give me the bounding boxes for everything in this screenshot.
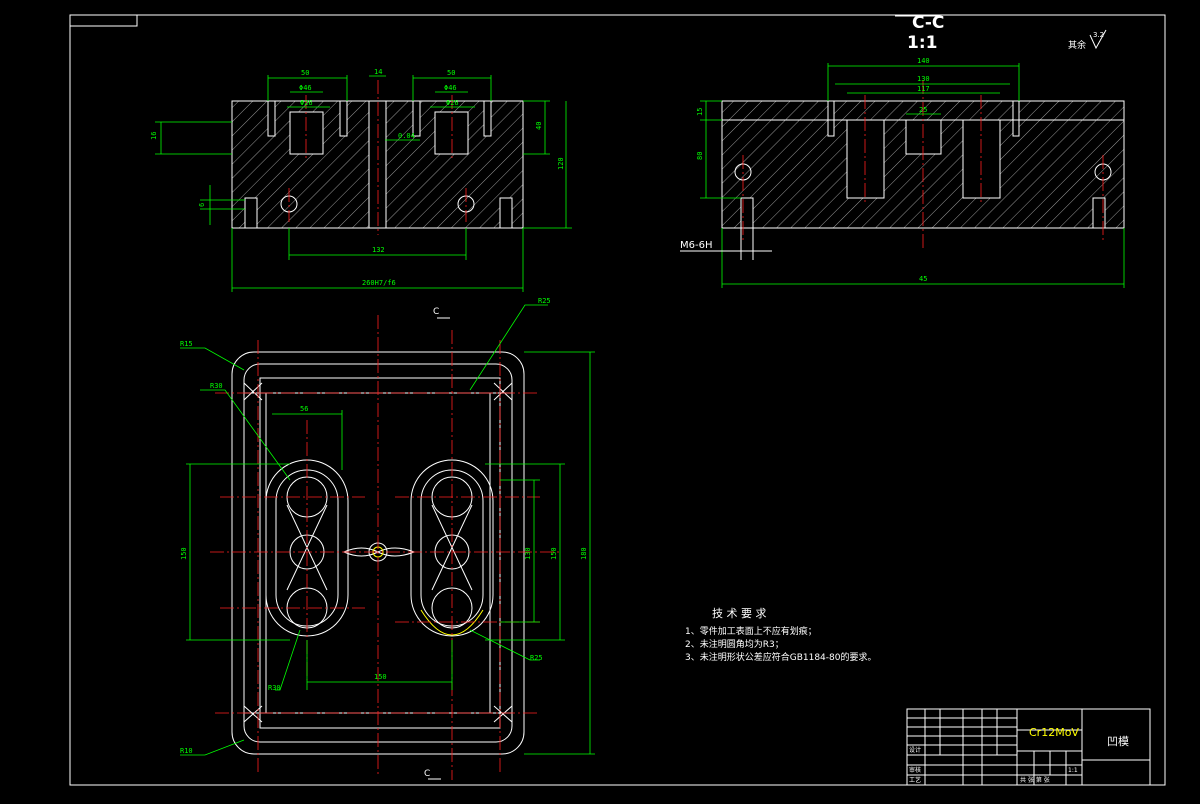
front-dim-9: 40 [535,122,543,130]
plan-r-bl: R10 [180,747,193,755]
cc-dim-5: 15 [696,108,704,116]
tech-item-3: 3、未注明形状公差应符合GB1184-80的要求。 [685,651,876,663]
row-review: 审核 [909,766,921,774]
plan-h3: 130 [524,547,532,560]
plan-r-in-lb: R30 [268,684,281,692]
plan-h1: 150 [180,547,188,560]
front-dim-1: 50 [301,69,309,77]
tech-heading: 技 术 要 求 [712,607,767,620]
cc-dim-3: 117 [917,85,930,93]
plan-h-total: 180 [580,547,588,560]
row-design: 设计 [909,746,921,754]
frame-corner-box [69,14,138,27]
cad-drawing: 50 Φ46 14 50 Φ46 Φ26 Φ26 16 40 0.04 120 … [0,0,1200,800]
cc-dim-6: 80 [696,152,704,160]
front-dim-13: 260H7/f6 [362,279,396,287]
front-dim-11: 120 [557,157,565,170]
front-dim-10: 0.04 [398,132,415,140]
material: Cr12MoV [1029,726,1079,739]
cc-dim-7: 45 [919,275,927,283]
front-dim-3: 14 [374,68,382,76]
title-scale: 1:1 [1068,767,1078,774]
plan-r-in-l: R30 [210,382,223,390]
plan-w1: 56 [300,405,308,413]
cc-section-view: C-C 1:1 其余 3.2 140 130 117 25 15 80 45 M… [680,13,1125,288]
roughness-value: 3.2 [1093,31,1104,39]
drawing-canvas: 50 Φ46 14 50 Φ46 Φ26 Φ26 16 40 0.04 120 … [69,13,1166,786]
tech-item-2: 2、未注明圆角均为R3； [685,638,784,650]
plan-view: C C R15 R25 R30 R30 R25 R10 56 150 150 1… [180,297,595,780]
thread-label: M6-6H [680,240,712,251]
section-scale: 1:1 [907,33,937,53]
front-sprue [368,100,387,229]
title-block: Cr12MoV 凹模 1:1 设计 审核 工艺 共 张 第 张 [906,708,1151,786]
front-hole-left [289,111,324,155]
sheet-info: 共 张 第 张 [1020,776,1050,784]
row-process: 工艺 [909,776,921,784]
front-dim-12: 132 [372,246,385,254]
plan-r-tr: R25 [538,297,551,305]
roughness-label: 其余 [1068,39,1086,51]
cc-dim-2: 130 [917,75,930,83]
front-dim-7: Φ26 [446,99,459,107]
part-name: 凹模 [1107,735,1129,748]
front-section-view: 50 Φ46 14 50 Φ46 Φ26 Φ26 16 40 0.04 120 … [150,68,572,292]
front-hole-right [434,111,469,155]
cc-dim-4: 25 [919,106,927,114]
cut-mark-bottom: C [424,769,430,779]
plan-w2: 150 [374,673,387,681]
front-dim-4: 50 [447,69,455,77]
front-dim-6: Φ26 [300,99,313,107]
front-dim-2: Φ46 [299,84,312,92]
technical-requirements: 技 术 要 求 1、零件加工表面上不应有划痕； 2、未注明圆角均为R3； 3、未… [685,607,876,663]
front-dim-8: 16 [150,132,158,140]
front-dim-14: 6 [198,203,206,207]
plan-h2: 150 [550,547,558,560]
cc-dim-1: 140 [917,57,930,65]
plan-r-br: R25 [530,654,543,662]
plan-r-tl: R15 [180,340,193,348]
front-dim-5: Φ46 [444,84,457,92]
tech-item-1: 1、零件加工表面上不应有划痕； [685,625,817,637]
cut-mark-top: C [433,307,439,317]
